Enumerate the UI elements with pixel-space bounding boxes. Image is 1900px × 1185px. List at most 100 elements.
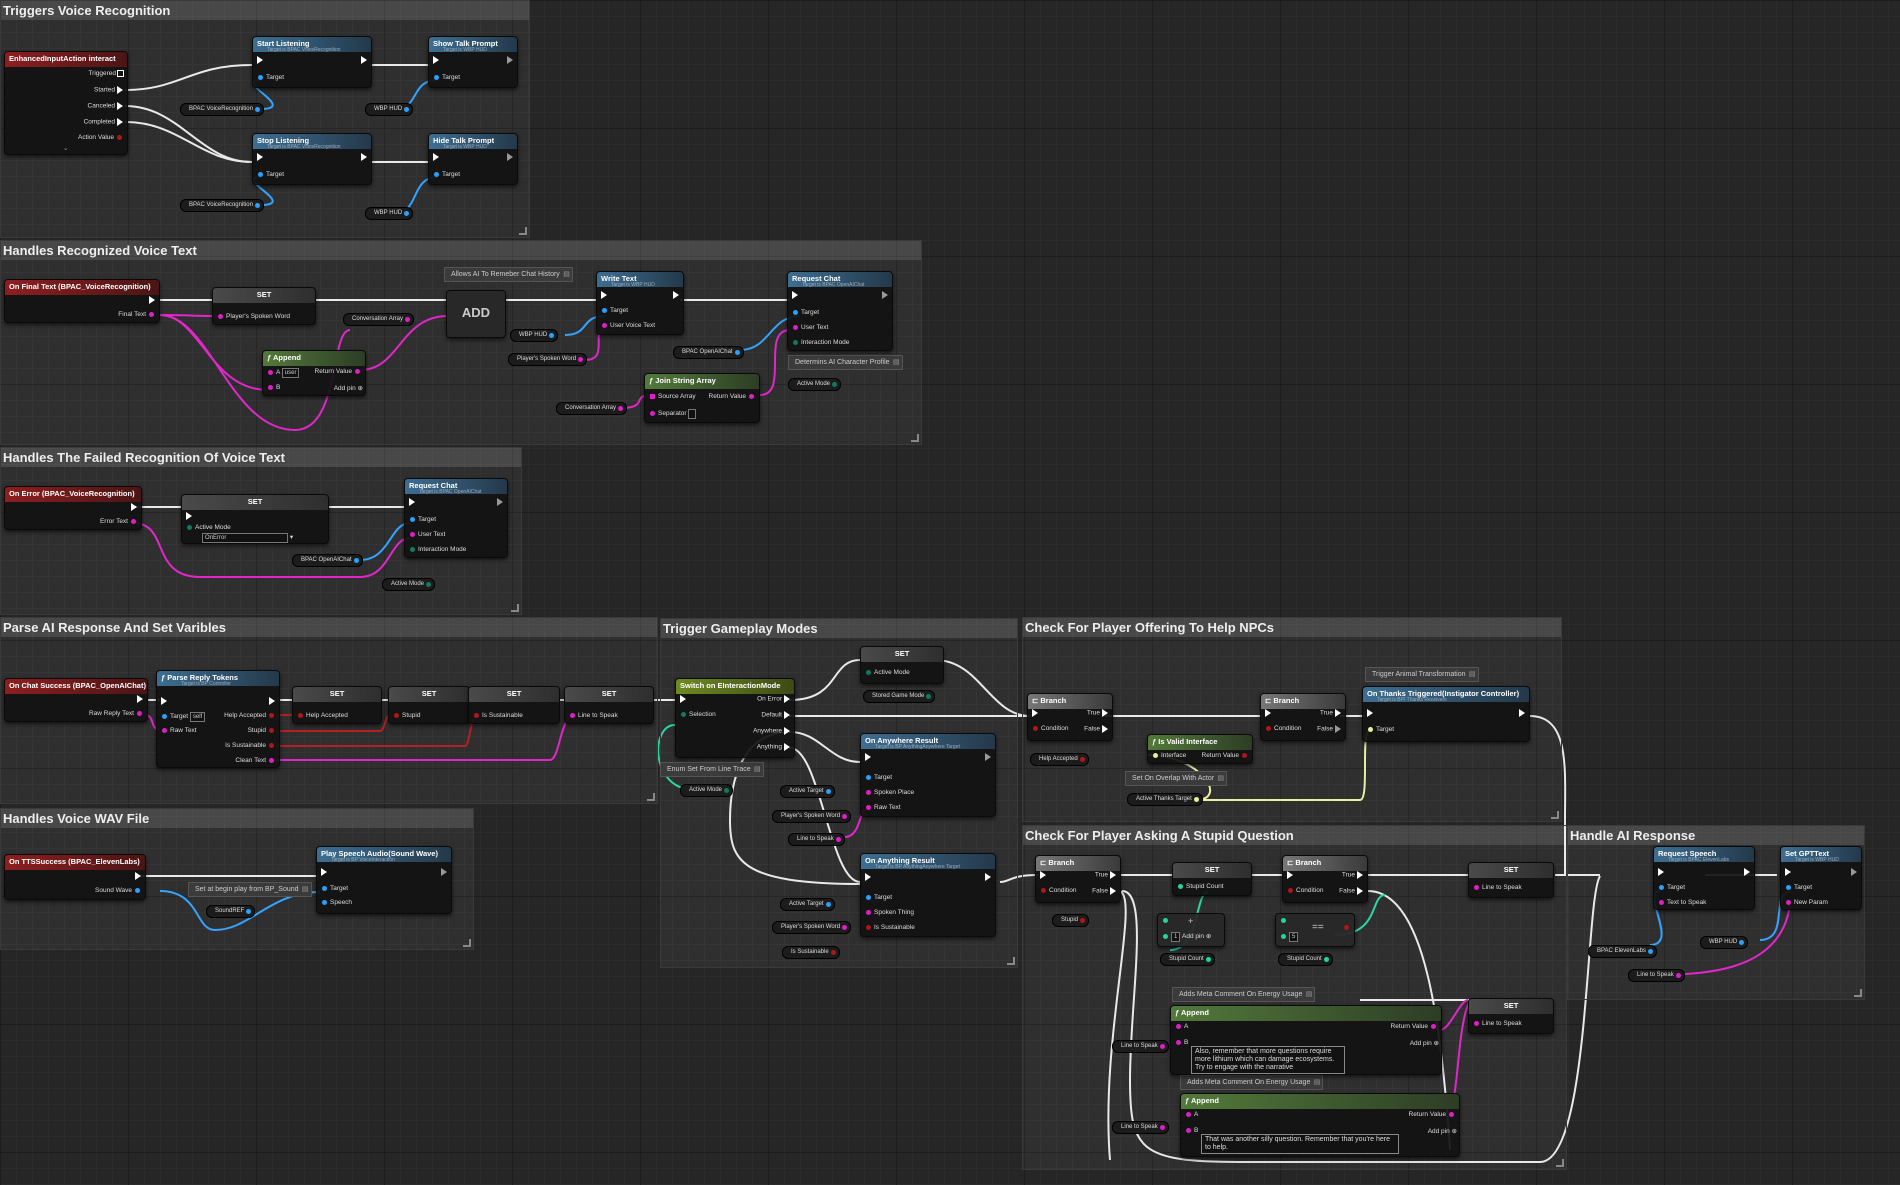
pin-line-to-speak[interactable]: Line to Speak <box>567 712 618 719</box>
pin-a[interactable]: A <box>1183 1111 1198 1118</box>
node-set-stupid[interactable]: SET Stupid <box>388 686 470 724</box>
exec-in[interactable] <box>319 868 329 876</box>
node-stop-listening[interactable]: Stop Listening Target is BPAC VoiceRecog… <box>252 133 372 185</box>
node-set-help-accepted[interactable]: SET Help Accepted <box>292 686 382 724</box>
node-on-thanks-triggered[interactable]: On Thanks Triggered(Instigator Controlle… <box>1362 686 1530 742</box>
node-set-active-mode[interactable]: SET Active Mode OnError ▾ <box>181 494 329 544</box>
node-parse-reply-tokens[interactable]: ƒ Parse Reply Tokens Target is BP Contro… <box>156 670 280 768</box>
node-append-energy-1[interactable]: ƒ Append A B Also, remember that more qu… <box>1170 1005 1442 1075</box>
add-pin-button[interactable]: Add pin ⊕ <box>1182 932 1211 940</box>
pin-on-error[interactable]: On Error <box>757 695 792 703</box>
pin-stupid[interactable]: Stupid <box>391 712 420 719</box>
node-set-line-to-speak-3[interactable]: SET Line to Speak <box>1468 998 1554 1034</box>
node-append-user[interactable]: ƒ Append A user B Return Value Add pin ⊕ <box>262 350 366 396</box>
node-request-speech[interactable]: Request Speech Target is BPAC ElevenLabs… <box>1653 846 1755 910</box>
node-input-action-interact[interactable]: EnhancedInputAction interact Triggered S… <box>4 51 128 155</box>
pin-false[interactable]: False <box>1317 725 1343 733</box>
pin-condition[interactable]: Condition <box>1263 725 1301 732</box>
var-wbp-hud[interactable]: WBP HUD <box>365 207 414 220</box>
pin-line-to-speak[interactable]: Line to Speak <box>1471 884 1522 891</box>
var-players-spoken-word[interactable]: Player's Spoken Word <box>772 921 852 934</box>
exec-in[interactable] <box>599 291 609 299</box>
var-wbp-hud[interactable]: WBP HUD <box>365 103 414 116</box>
pin-active-mode[interactable]: Active Mode <box>184 524 231 531</box>
pin-return[interactable]: Return Value <box>1202 752 1250 759</box>
pin-target[interactable]: Target <box>599 307 628 314</box>
var-stored-game-mode[interactable]: Stored Game Mode <box>863 690 936 703</box>
node-on-error[interactable]: On Error (BPAC_VoiceRecognition) Error T… <box>4 486 142 530</box>
pin-user-voice-text[interactable]: User Voice Text <box>599 322 655 329</box>
pin-a[interactable] <box>1160 917 1171 924</box>
var-active-target[interactable]: Active Target <box>780 898 835 911</box>
pin-false[interactable]: False <box>1339 887 1365 895</box>
exec-out[interactable] <box>1742 868 1752 876</box>
exec-in[interactable] <box>863 873 873 881</box>
exec-out[interactable] <box>505 153 515 161</box>
var-active-mode[interactable]: Active Mode <box>382 578 436 591</box>
pin-final-text[interactable]: Final Text <box>118 311 157 318</box>
node-request-chat[interactable]: Request Chat Target is BPAC OpenAIChat T… <box>787 271 893 351</box>
pin-b[interactable]: B <box>265 384 280 391</box>
node-branch-stupid[interactable]: ⊏ Branch Condition True False <box>1035 855 1121 903</box>
exec-out[interactable] <box>147 296 157 304</box>
var-conversation-array[interactable]: Conversation Array <box>343 313 415 326</box>
pin-interaction-mode[interactable]: Interaction Mode <box>790 339 849 346</box>
node-on-final-text[interactable]: On Final Text (BPAC_VoiceRecognition) Fi… <box>4 279 160 323</box>
pin-stupid-count[interactable]: Stupid Count <box>1175 883 1224 890</box>
pin-a[interactable]: A <box>1173 1023 1188 1030</box>
node-write-text[interactable]: Write Text Target is WBP HUD Target User… <box>596 271 684 335</box>
node-on-tts-success[interactable]: On TTSSuccess (BPAC_ElevenLabs) Sound Wa… <box>4 854 146 900</box>
exec-in[interactable] <box>431 153 441 161</box>
node-start-listening[interactable]: Start Listening Target is BPAC VoiceReco… <box>252 36 372 88</box>
pin-clean-text[interactable]: Clean Text <box>235 757 277 764</box>
node-on-anywhere-result[interactable]: On Anywhere Result Target is BP Anything… <box>860 733 996 817</box>
pin-action-value[interactable]: Action Value <box>78 134 125 141</box>
exec-out[interactable] <box>671 291 681 299</box>
var-players-spoken-word[interactable]: Player's Spoken Word <box>508 353 588 366</box>
pin-default[interactable]: Default <box>761 711 792 719</box>
exec-in[interactable] <box>159 697 169 705</box>
exec-out[interactable] <box>983 873 993 881</box>
var-conversation-array[interactable]: Conversation Array <box>556 402 628 415</box>
pin-target[interactable]: Target <box>863 774 892 781</box>
pin-true[interactable]: True <box>1095 871 1118 879</box>
pin-is-sustainable[interactable]: Is Sustainable <box>471 712 523 719</box>
pin-new-param[interactable]: New Param <box>1783 899 1828 906</box>
pin-true[interactable]: True <box>1320 709 1343 717</box>
append-b-text-input[interactable]: Also, remember that more questions requi… <box>1191 1046 1345 1074</box>
pin-players-spoken-word[interactable]: Player's Spoken Word <box>215 313 290 320</box>
separator-input[interactable] <box>688 409 697 419</box>
pin-user-text[interactable]: User Text <box>790 324 828 331</box>
node-hide-talk-prompt[interactable]: Hide Talk Prompt Target is WBP HUD Targe… <box>428 133 518 185</box>
note-overlap[interactable]: Set On Overlap With Actor <box>1125 771 1228 786</box>
exec-out[interactable] <box>880 291 890 299</box>
var-is-sustainable[interactable]: Is Sustainable <box>782 946 840 959</box>
pin-error-text[interactable]: Error Text <box>100 518 139 525</box>
node-switch-interaction-mode[interactable]: Switch on EInteractionMode Selection On … <box>675 678 795 758</box>
var-bpac-openai-chat[interactable]: BPAC OpenAIChat <box>292 554 363 567</box>
pin-return[interactable]: Return Value <box>1409 1111 1457 1118</box>
node-array-add[interactable]: ADD <box>446 290 506 338</box>
pin-user-text[interactable]: User Text <box>407 531 445 538</box>
var-line-to-speak[interactable]: Line to Speak <box>1628 969 1685 982</box>
var-stupid[interactable]: Stupid <box>1052 914 1090 927</box>
pin-return[interactable]: Return Value <box>709 393 757 400</box>
pin-target[interactable]: Target self <box>159 712 206 722</box>
var-active-target[interactable]: Active Target <box>780 785 835 798</box>
pin-target[interactable]: Target <box>255 74 284 81</box>
pin-target[interactable]: Target <box>319 885 348 892</box>
pin-target[interactable]: Target <box>431 171 460 178</box>
pin-help-accepted[interactable]: Help Accepted <box>295 712 348 719</box>
resize-grip[interactable] <box>1551 811 1559 819</box>
node-on-anything-result[interactable]: On Anything Result Target is BP Anything… <box>860 853 996 937</box>
exec-in[interactable] <box>678 695 688 703</box>
pin-target[interactable]: Target <box>790 309 819 316</box>
pin-spoken-place[interactable]: Spoken Place <box>863 789 914 796</box>
var-line-to-speak[interactable]: Line to Speak <box>1112 1040 1169 1053</box>
node-set-spoken-word[interactable]: SET Player's Spoken Word <box>212 287 316 325</box>
pin-is-sustainable[interactable]: Is Sustainable <box>225 742 277 749</box>
pin-return[interactable]: Return Value <box>1391 1023 1439 1030</box>
add-pin-button[interactable]: Add pin ⊕ <box>1428 1127 1457 1135</box>
pin-interaction-mode[interactable]: Interaction Mode <box>407 546 466 553</box>
pin-triggered[interactable]: Triggered <box>88 69 125 77</box>
